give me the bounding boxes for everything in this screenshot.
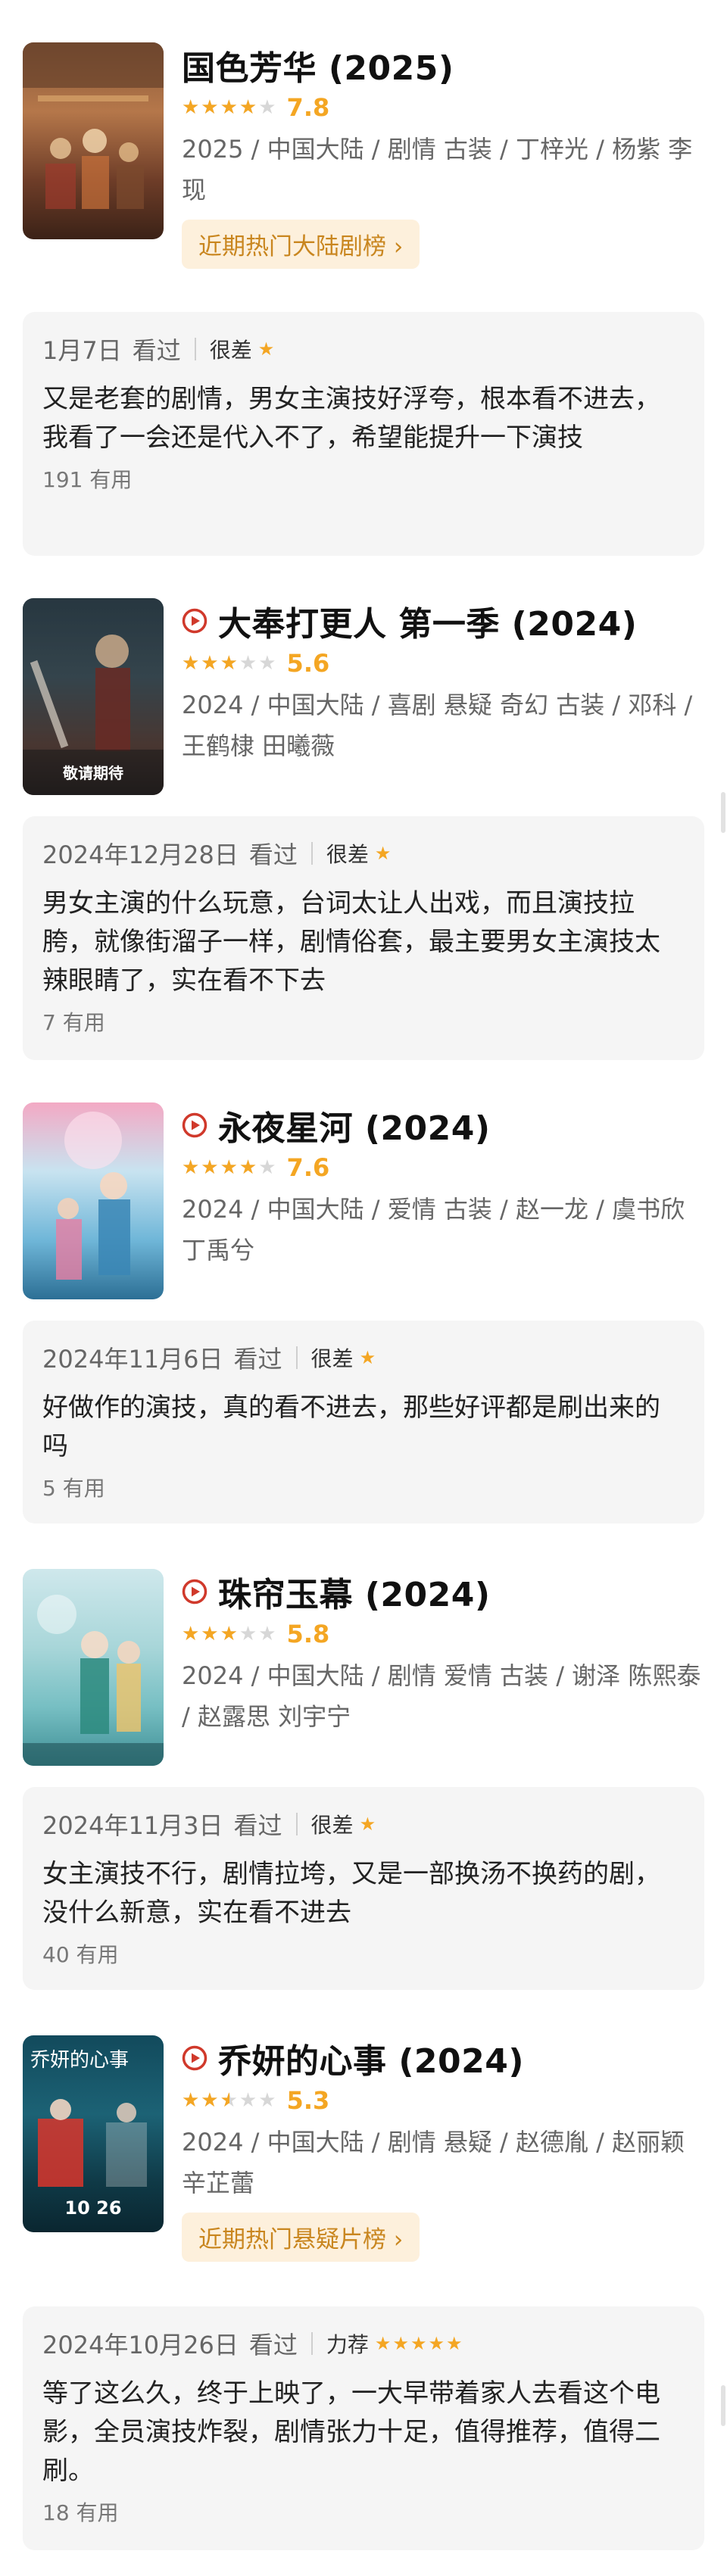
- poster-image[interactable]: 敬请期待: [23, 598, 164, 795]
- title[interactable]: 珠帘玉幕 (2024): [218, 1567, 491, 1616]
- review-verdict: 很差: [310, 1346, 354, 1371]
- rating-stars: ★★★★★★★★★★: [182, 96, 278, 119]
- score: 7.6: [286, 1153, 330, 1182]
- poster-caption: 敬请期待: [63, 764, 123, 782]
- score: 5.3: [286, 2086, 330, 2115]
- review-status: 看过: [233, 1345, 282, 1374]
- meta-info: 2024 / 中国大陆 / 喜剧 悬疑 奇幻 古装 / 邓科 / 王鹤棣 田曦薇: [182, 691, 693, 760]
- poster-script-title: 乔妍的心事: [30, 2049, 129, 2072]
- poster-image[interactable]: [23, 1102, 164, 1299]
- play-icon[interactable]: [182, 1112, 207, 1138]
- verdict-stars: ★: [257, 338, 276, 360]
- rating-stars: ★★★★★★★★★★: [182, 1156, 278, 1179]
- review-text: 好做作的演技，真的看不进去，那些好评都是刷出来的吗: [42, 1392, 660, 1461]
- title[interactable]: 国色芳华 (2025): [182, 41, 454, 89]
- review-card[interactable]: 2024年12月28日 看过 很差 ★ 男女主演的什么玩意，台词太让人出戏，而且…: [23, 816, 704, 1060]
- poster-release-date: 10 26: [64, 2197, 122, 2219]
- divider: [310, 842, 313, 865]
- review-status: 看过: [132, 336, 181, 365]
- review-text: 男女主演的什么玩意，台词太让人出戏，而且演技拉胯，就像街溜子一样，剧情俗套，最主…: [42, 888, 660, 996]
- play-icon[interactable]: [182, 1579, 207, 1605]
- review-date: 2024年11月3日: [42, 1811, 223, 1840]
- meta-info: 2025 / 中国大陆 / 剧情 古装 / 丁梓光 / 杨紫 李现: [182, 135, 693, 204]
- scrollbar-thumb[interactable]: [721, 792, 725, 833]
- useful-count[interactable]: 7 有用: [42, 1006, 685, 1037]
- play-icon[interactable]: [182, 2045, 207, 2071]
- review-date: 2024年12月28日: [42, 840, 239, 869]
- rating-stars: ★★★★★★★★★★: [182, 652, 278, 675]
- meta-info: 2024 / 中国大陆 / 剧情 悬疑 / 赵德胤 / 赵丽颖 辛芷蕾: [182, 2128, 685, 2197]
- divider: [310, 2332, 313, 2355]
- review-verdict: 很差: [209, 338, 252, 363]
- poster-image[interactable]: 乔妍的心事 10 26: [23, 2035, 164, 2232]
- review-card[interactable]: 1月7日 看过 很差 ★ 又是老套的剧情，男女主演技好浮夸，根本看不进去，我看了…: [23, 312, 704, 556]
- divider: [295, 1346, 298, 1369]
- rating-stars: ★★★★★★★★★★: [182, 1623, 278, 1645]
- useful-count[interactable]: 191 有用: [42, 463, 685, 494]
- poster-image[interactable]: [23, 42, 164, 239]
- useful-count[interactable]: 18 有用: [42, 2496, 685, 2527]
- title[interactable]: 大奉打更人 第一季 (2024): [218, 597, 637, 645]
- review-verdict: 力荐: [326, 2332, 369, 2357]
- review-verdict: 很差: [310, 1813, 354, 1838]
- useful-count[interactable]: 40 有用: [42, 1938, 685, 1969]
- rating-fill: ★★★★★: [182, 98, 259, 117]
- divider: [295, 1813, 298, 1835]
- meta-info: 2024 / 中国大陆 / 剧情 爱情 古装 / 谢泽 陈熙泰 / 赵露思 刘宇…: [182, 1661, 701, 1731]
- rank-link-button[interactable]: 近期热门悬疑片榜 ›: [182, 2213, 420, 2262]
- verdict-stars: ★: [374, 843, 393, 864]
- review-text: 又是老套的剧情，男女主演技好浮夸，根本看不进去，我看了一会还是代入不了，希望能提…: [42, 384, 660, 453]
- scrollbar-thumb[interactable]: [721, 2385, 725, 2426]
- useful-count[interactable]: 5 有用: [42, 1472, 685, 1502]
- review-status: 看过: [248, 2331, 298, 2359]
- rating-stars: ★★★★★★★★★★: [182, 2089, 278, 2112]
- rating-fill: ★★★★★: [182, 2091, 229, 2110]
- review-status: 看过: [233, 1811, 282, 1840]
- review-text: 女主演技不行，剧情拉垮，又是一部换汤不换药的剧，没什么新意，实在看不进去: [42, 1859, 660, 1928]
- review-card[interactable]: 2024年11月6日 看过 很差 ★ 好做作的演技，真的看不进去，那些好评都是刷…: [23, 1321, 704, 1523]
- score: 5.8: [286, 1620, 330, 1648]
- review-verdict: 很差: [326, 842, 369, 867]
- title[interactable]: 永夜星河 (2024): [218, 1101, 491, 1149]
- rating-fill: ★★★★★: [182, 1624, 239, 1644]
- review-text: 等了这么久，终于上映了，一大早带着家人去看这个电影，全员演技炸裂，剧情张力十足，…: [42, 2378, 660, 2486]
- verdict-stars: ★★★★★: [374, 2333, 464, 2354]
- score: 7.8: [286, 93, 330, 122]
- review-date: 2024年11月6日: [42, 1345, 223, 1374]
- review-status: 看过: [248, 840, 298, 869]
- verdict-stars: ★: [359, 1347, 378, 1368]
- rank-link-button[interactable]: 近期热门大陆剧榜 ›: [182, 220, 420, 269]
- review-card[interactable]: 2024年10月26日 看过 力荐 ★★★★★ 等了这么久，终于上映了，一大早带…: [23, 2306, 704, 2550]
- rating-fill: ★★★★★: [182, 1158, 259, 1177]
- title[interactable]: 乔妍的心事 (2024): [218, 2034, 524, 2082]
- rating-fill: ★★★★★: [182, 653, 239, 673]
- play-icon[interactable]: [182, 608, 207, 634]
- poster-image[interactable]: [23, 1569, 164, 1766]
- review-card[interactable]: 2024年11月3日 看过 很差 ★ 女主演技不行，剧情拉垮，又是一部换汤不换药…: [23, 1787, 704, 1990]
- review-date: 2024年10月26日: [42, 2331, 239, 2359]
- review-date: 1月7日: [42, 336, 122, 365]
- meta-info: 2024 / 中国大陆 / 爱情 古装 / 赵一龙 / 虞书欣 丁禹兮: [182, 1195, 685, 1265]
- score: 5.6: [286, 649, 330, 678]
- verdict-stars: ★: [359, 1813, 378, 1835]
- divider: [194, 338, 196, 360]
